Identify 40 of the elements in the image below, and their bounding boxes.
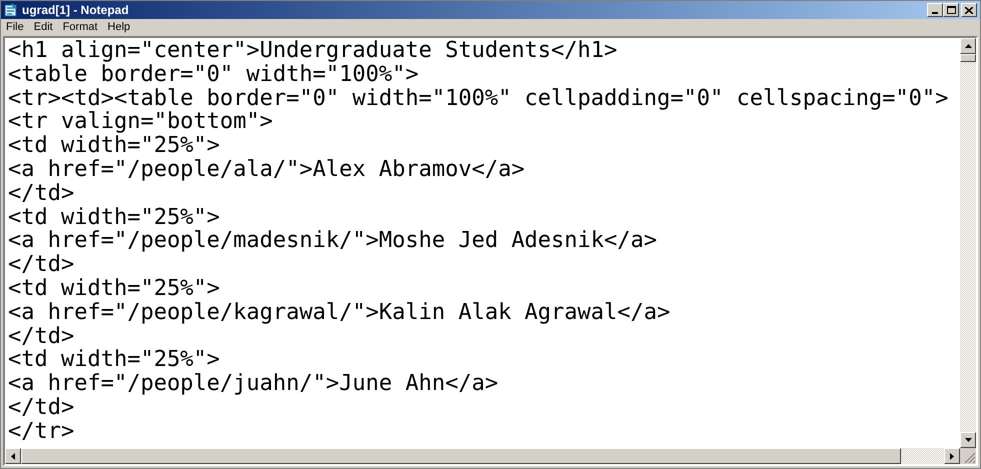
scroll-right-button[interactable] — [944, 448, 960, 464]
code-line: </td> — [8, 253, 74, 277]
scroll-down-button[interactable] — [960, 432, 976, 448]
code-line: <h1 align="center">Undergraduate Students</h1> — [8, 39, 618, 63]
notepad-icon — [3, 3, 18, 17]
code-line: <a href="/people/kagrawal/">Kalin Alak Agrawal</a> — [8, 300, 670, 325]
maximize-button[interactable] — [943, 3, 959, 17]
menu-item[interactable]: Help — [108, 19, 130, 36]
close-icon — [965, 6, 973, 14]
code-line: <td width="25%"> — [8, 276, 220, 301]
menu-item[interactable]: File — [6, 19, 24, 36]
code-line: <td width="25%"> — [8, 206, 220, 230]
menu-item[interactable]: Edit — [34, 19, 53, 36]
minimize-button[interactable] — [927, 3, 943, 17]
code-line: <td width="25%"> — [8, 348, 220, 372]
code-line: </td> — [8, 396, 74, 420]
code-line: <tr valign="bottom"> — [8, 110, 273, 134]
code-line: <a href="/people/ala/">Alex Abramov</a> — [8, 158, 525, 182]
close-button[interactable] — [961, 3, 977, 17]
right-arrow-icon — [950, 452, 954, 460]
text-area[interactable] — [5, 38, 960, 448]
menu-item[interactable]: Format — [62, 19, 98, 36]
down-arrow-icon — [964, 438, 972, 442]
scroll-thumb[interactable] — [960, 54, 976, 62]
code-line: </tr> — [8, 420, 74, 444]
window-title: ugrad[1] - Notepad — [22, 2, 130, 19]
minimize-icon — [932, 12, 938, 14]
code-line: </td> — [8, 182, 74, 206]
code-line: <a href="/people/madesnik/">Moshe Jed Adesnik</a> — [8, 229, 658, 254]
code-line: <td width="25%"> — [8, 134, 220, 158]
code-line: <table border="0" width="100%"> — [8, 62, 419, 87]
maximize-icon — [946, 6, 956, 14]
left-arrow-icon — [11, 452, 15, 460]
code-line: <tr><td><table border="0" width="100%" cellpadding="0" cellspacing="0"> — [8, 86, 948, 110]
scroll-up-button[interactable] — [960, 38, 976, 54]
scroll-left-button[interactable] — [5, 448, 21, 464]
up-arrow-icon — [964, 44, 972, 48]
vertical-scrollbar[interactable] — [960, 38, 976, 448]
code-line: <a href="/people/juahn/">June Ahn</a> — [8, 372, 498, 396]
code-line: </td> — [8, 324, 74, 348]
